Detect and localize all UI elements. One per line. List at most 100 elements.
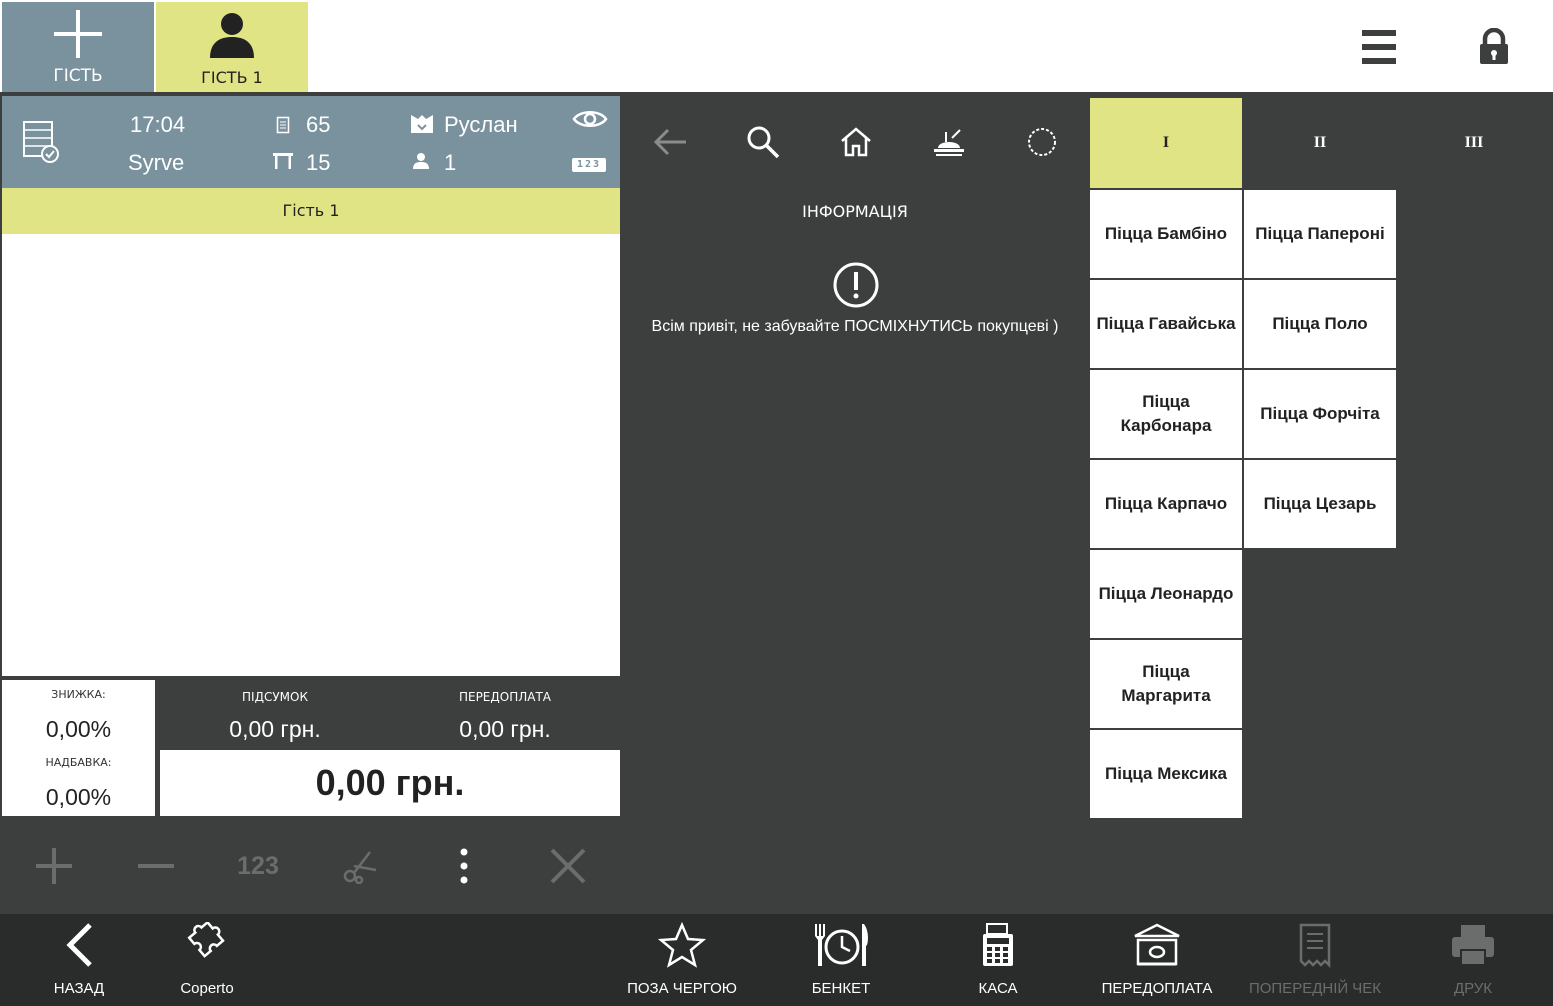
more-vertical-icon xyxy=(460,848,468,884)
quantity-label: 123 xyxy=(237,851,279,880)
order-time: 17:04 xyxy=(130,112,186,137)
eye-icon[interactable] xyxy=(572,108,608,130)
order-info-bar: 17:04 Syrve 65 15 Руслан 1 123 xyxy=(2,96,620,188)
receipt-icon xyxy=(1299,923,1331,968)
increase-button[interactable] xyxy=(4,830,104,902)
table-icon xyxy=(273,153,293,169)
prepay-label-bottom: ПЕРЕДОПЛАТА xyxy=(1101,980,1213,997)
printer-icon xyxy=(1452,925,1494,966)
search-icon xyxy=(747,126,780,159)
surcharge-value: 0,00% xyxy=(45,784,112,810)
calculator-icon xyxy=(983,923,1013,966)
star-icon xyxy=(658,922,706,968)
product-button[interactable]: Піцца Цезарь xyxy=(1244,460,1396,548)
back-label: НАЗАД xyxy=(53,980,105,997)
cash-label: КАСА xyxy=(978,980,1018,997)
product-button[interactable]: Піцца Карбонара xyxy=(1090,370,1242,458)
decrease-button[interactable] xyxy=(106,830,206,902)
gear-outline-icon xyxy=(1028,128,1056,156)
banquet-label: БЕНКЕТ xyxy=(811,980,871,997)
guest-tab-label: ГІСТЬ 1 xyxy=(201,68,263,87)
hamburger-menu-icon[interactable] xyxy=(1362,30,1396,64)
priority-label: ПОЗА ЧЕРГОЮ xyxy=(627,980,737,997)
product-button[interactable]: Піцца Маргарита xyxy=(1090,640,1242,728)
user-icon xyxy=(210,13,254,58)
serving-button[interactable] xyxy=(925,118,973,166)
product-button[interactable]: Піцца Бамбіно xyxy=(1090,190,1242,278)
product-button[interactable]: Піцца Форчіта xyxy=(1244,370,1396,458)
product-button[interactable]: Піцца Мексика xyxy=(1090,730,1242,818)
product-button[interactable]: Піцца Гавайська xyxy=(1090,280,1242,368)
warning-icon xyxy=(833,262,879,308)
money-house-icon xyxy=(1134,923,1180,966)
plus-icon xyxy=(54,10,102,58)
home-icon xyxy=(841,127,871,157)
product-button[interactable]: Піцца Леонардо xyxy=(1090,550,1242,638)
delete-button[interactable] xyxy=(518,830,618,902)
back-button[interactable]: НАЗАД xyxy=(28,914,130,1006)
restaurant-name: Syrve xyxy=(128,150,185,175)
arrow-left-icon xyxy=(653,128,686,156)
priority-button[interactable]: ПОЗА ЧЕРГОЮ xyxy=(624,914,740,1006)
guest-tab-1[interactable]: ГІСТЬ 1 xyxy=(156,2,308,92)
guests-count: 1 xyxy=(444,150,457,175)
lock-icon[interactable] xyxy=(1478,28,1510,66)
waiter-icon xyxy=(411,115,433,133)
category-tab-2[interactable]: II xyxy=(1244,98,1396,188)
chevron-left-icon xyxy=(66,923,92,967)
search-button[interactable] xyxy=(739,118,787,166)
home-button[interactable] xyxy=(832,118,880,166)
discount-surcharge-box[interactable]: ЗНИЖКА: 0,00% НАДБАВКА: 0,00% xyxy=(2,680,155,816)
prepay-button[interactable]: ПЕРЕДОПЛАТА xyxy=(1098,914,1216,1006)
order-tools: 123 xyxy=(2,830,620,902)
numbers-badge[interactable]: 123 xyxy=(572,158,606,172)
print-button[interactable]: ДРУК xyxy=(1422,914,1524,1006)
order-checklist-icon[interactable] xyxy=(22,120,62,164)
subtotal-value: 0,00 грн. xyxy=(229,716,321,742)
receipt-icon xyxy=(276,116,290,134)
settings-button[interactable] xyxy=(1018,118,1066,166)
info-message: Всім привіт, не забувайте ПОСМІХНУТИСЬ п… xyxy=(651,318,1059,335)
top-bar: ГІСТЬ ГІСТЬ 1 xyxy=(0,0,1553,94)
coperto-button[interactable]: Coperto xyxy=(156,914,258,1006)
total-amount: 0,00 грн. xyxy=(160,750,620,816)
banquet-button[interactable]: БЕНКЕТ xyxy=(790,914,892,1006)
minus-icon xyxy=(138,864,174,868)
previous-check-button[interactable]: ПОПЕРЕДНІЙ ЧЕК xyxy=(1248,914,1382,1006)
subtotal-area: ПІДСУМОК 0,00 грн. ПЕРЕДОПЛАТА 0,00 грн. xyxy=(160,680,620,750)
scissors-icon xyxy=(343,851,377,884)
order-number: 65 xyxy=(306,112,331,137)
menu-navigation xyxy=(620,96,1090,188)
order-items-area[interactable] xyxy=(2,234,620,676)
puzzle-icon xyxy=(187,922,225,958)
prepay-label: ПЕРЕДОПЛАТА xyxy=(458,690,552,704)
product-button[interactable]: Піцца Карпачо xyxy=(1090,460,1242,548)
coperto-label: Coperto xyxy=(180,980,234,997)
category-tab-3[interactable]: III xyxy=(1398,98,1550,188)
split-button[interactable] xyxy=(310,830,410,902)
table-number: 15 xyxy=(306,150,331,175)
info-title: ІНФОРМАЦІЯ xyxy=(802,202,908,221)
waiter-name: Руслан xyxy=(444,112,518,137)
quantity-button[interactable]: 123 xyxy=(208,830,308,902)
discount-value: 0,00% xyxy=(45,716,112,742)
discount-label: ЗНИЖКА: xyxy=(51,688,106,701)
prepay-value: 0,00 грн. xyxy=(459,716,551,742)
plus-icon xyxy=(36,848,72,884)
guest-strip[interactable]: Гість 1 xyxy=(2,188,620,234)
dish-icon xyxy=(934,129,964,156)
subtotal-label: ПІДСУМОК xyxy=(242,690,308,704)
add-guest-label: ГІСТЬ xyxy=(53,66,103,86)
cash-button[interactable]: КАСА xyxy=(948,914,1048,1006)
product-button[interactable]: Піцца Поло xyxy=(1244,280,1396,368)
surcharge-label: НАДБАВКА: xyxy=(45,756,112,769)
product-button[interactable]: Піцца Папероні xyxy=(1244,190,1396,278)
guests-icon xyxy=(413,153,429,169)
back-nav-button[interactable] xyxy=(646,118,694,166)
banquet-icon xyxy=(815,924,868,966)
print-label: ДРУК xyxy=(1453,980,1493,997)
more-button[interactable] xyxy=(414,830,514,902)
bottom-action-bar: НАЗАД Coperto ПОЗА ЧЕРГОЮ БЕНКЕТ КАСА ПЕ… xyxy=(0,914,1553,1006)
add-guest-tab[interactable]: ГІСТЬ xyxy=(2,2,154,92)
category-tab-1[interactable]: I xyxy=(1090,98,1242,188)
